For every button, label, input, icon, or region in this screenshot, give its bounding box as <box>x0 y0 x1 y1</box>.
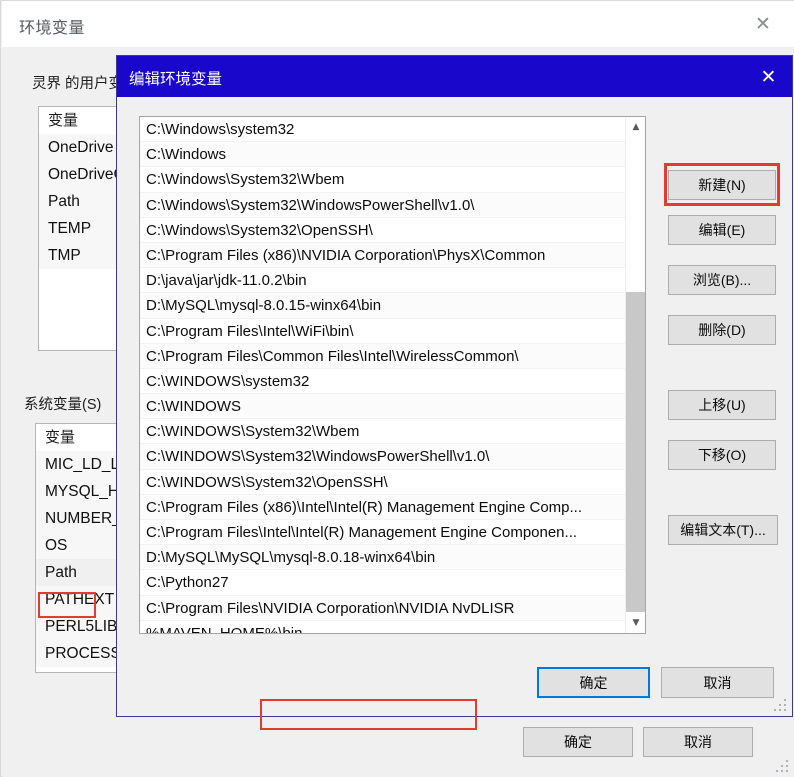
table-row[interactable]: D:\java\jar\jdk-11.0.2\bin <box>140 268 626 294</box>
list-item[interactable]: TEMP <box>39 215 123 242</box>
table-row[interactable]: C:\Windows\System32\OpenSSH\ <box>140 217 626 243</box>
base-window-title: 环境变量 <box>19 20 86 37</box>
table-row[interactable]: C:\WINDOWS\System32\OpenSSH\ <box>140 469 626 495</box>
move-down-button[interactable]: 下移(O) <box>668 440 776 470</box>
table-row[interactable]: C:\Python27 <box>140 570 626 596</box>
table-row[interactable]: C:\Program Files\NVIDIA Corporation\NVID… <box>140 595 626 621</box>
edit-cancel-button[interactable]: 取消 <box>661 667 774 698</box>
table-row[interactable]: C:\WINDOWS\system32 <box>140 368 626 395</box>
table-row[interactable]: C:\Program Files\Intel\Intel(R) Manageme… <box>140 520 626 546</box>
list-item-path[interactable]: Path <box>36 559 123 586</box>
table-row[interactable]: D:\MySQL\mysql-8.0.15-winx64\bin <box>140 293 626 319</box>
resize-grip[interactable] <box>776 760 790 774</box>
table-row-maven[interactable]: %MAVEN_HOME%\bin <box>140 620 626 633</box>
edit-environment-variable-dialog: 编辑环境变量 ✕ C:\Windows\system32 C:\Windows … <box>116 55 793 730</box>
table-row[interactable]: C:\Windows\System32\WindowsPowerShell\v1… <box>140 192 626 218</box>
system-variables-list[interactable]: 变量 MIC_LD_LI MYSQL_H NUMBER_ OS Path PAT… <box>35 423 124 673</box>
table-row[interactable]: D:\MySQL\MySQL\mysql-8.0.18-winx64\bin <box>140 545 626 571</box>
system-variables-label: 系统变量(S) <box>24 397 102 413</box>
edit-dialog-titlebar: 编辑环境变量 ✕ <box>117 56 792 97</box>
table-row[interactable]: C:\Windows\System32\Wbem <box>140 167 626 193</box>
list-item[interactable]: TMP <box>39 242 123 269</box>
browse-button[interactable]: 浏览(B)... <box>668 265 776 295</box>
close-icon[interactable]: ✕ <box>745 56 792 97</box>
list-item[interactable]: PERL5LIB <box>36 613 123 640</box>
table-row[interactable]: C:\Program Files\Common Files\Intel\Wire… <box>140 343 626 369</box>
chevron-down-icon[interactable]: ▼ <box>626 613 645 633</box>
resize-grip[interactable] <box>774 699 788 713</box>
table-row[interactable]: C:\Program Files\Intel\WiFi\bin\ <box>140 318 626 344</box>
delete-button[interactable]: 删除(D) <box>668 315 776 345</box>
close-icon[interactable]: ✕ <box>740 5 786 43</box>
edit-button[interactable]: 编辑(E) <box>668 215 776 245</box>
base-ok-button[interactable]: 确定 <box>523 727 633 757</box>
scrollbar-thumb[interactable] <box>626 292 645 612</box>
edit-dialog-body: C:\Windows\system32 C:\Windows C:\Window… <box>117 97 792 730</box>
base-window-titlebar: 环境变量 ✕ <box>2 1 794 48</box>
path-list-scrollbar[interactable]: ▲ ▼ <box>625 117 645 633</box>
table-row[interactable]: C:\Windows <box>140 142 626 168</box>
edit-dialog-title: 编辑环境变量 <box>129 71 223 88</box>
table-row[interactable]: C:\WINDOWS <box>140 394 626 420</box>
new-button[interactable]: 新建(N) <box>668 170 776 200</box>
list-item[interactable]: MIC_LD_LI <box>36 451 123 478</box>
table-row[interactable]: C:\Program Files (x86)\Intel\Intel(R) Ma… <box>140 494 626 520</box>
list-item[interactable]: OneDrive <box>39 134 123 161</box>
list-item[interactable]: MYSQL_H <box>36 478 123 505</box>
edit-text-button[interactable]: 编辑文本(T)... <box>668 515 778 545</box>
list-item[interactable]: OS <box>36 532 123 559</box>
list-item[interactable]: NUMBER_ <box>36 505 123 532</box>
chevron-up-icon[interactable]: ▲ <box>626 117 645 137</box>
table-row[interactable]: C:\Program Files (x86)\NVIDIA Corporatio… <box>140 242 626 269</box>
edit-ok-button[interactable]: 确定 <box>537 667 650 698</box>
table-row[interactable]: C:\WINDOWS\System32\Wbem <box>140 419 626 445</box>
system-variables-column-header: 变量 <box>36 424 123 451</box>
list-item[interactable]: PROCESSO <box>36 640 123 667</box>
path-entries-container: C:\Windows\system32 C:\Windows C:\Window… <box>140 117 626 633</box>
table-row[interactable]: C:\WINDOWS\System32\WindowsPowerShell\v1… <box>140 444 626 470</box>
move-up-button[interactable]: 上移(U) <box>668 390 776 420</box>
table-row[interactable]: C:\Windows\system32 <box>140 117 626 143</box>
user-variables-list[interactable]: 变量 OneDrive OneDriveC Path TEMP TMP <box>38 106 124 351</box>
list-item[interactable]: OneDriveC <box>39 161 123 188</box>
list-item[interactable]: Path <box>39 188 123 215</box>
list-item[interactable]: PATHEXT <box>36 586 123 613</box>
user-variables-column-header: 变量 <box>39 107 123 134</box>
base-cancel-button[interactable]: 取消 <box>643 727 753 757</box>
path-entries-listbox[interactable]: C:\Windows\system32 C:\Windows C:\Window… <box>139 116 646 634</box>
